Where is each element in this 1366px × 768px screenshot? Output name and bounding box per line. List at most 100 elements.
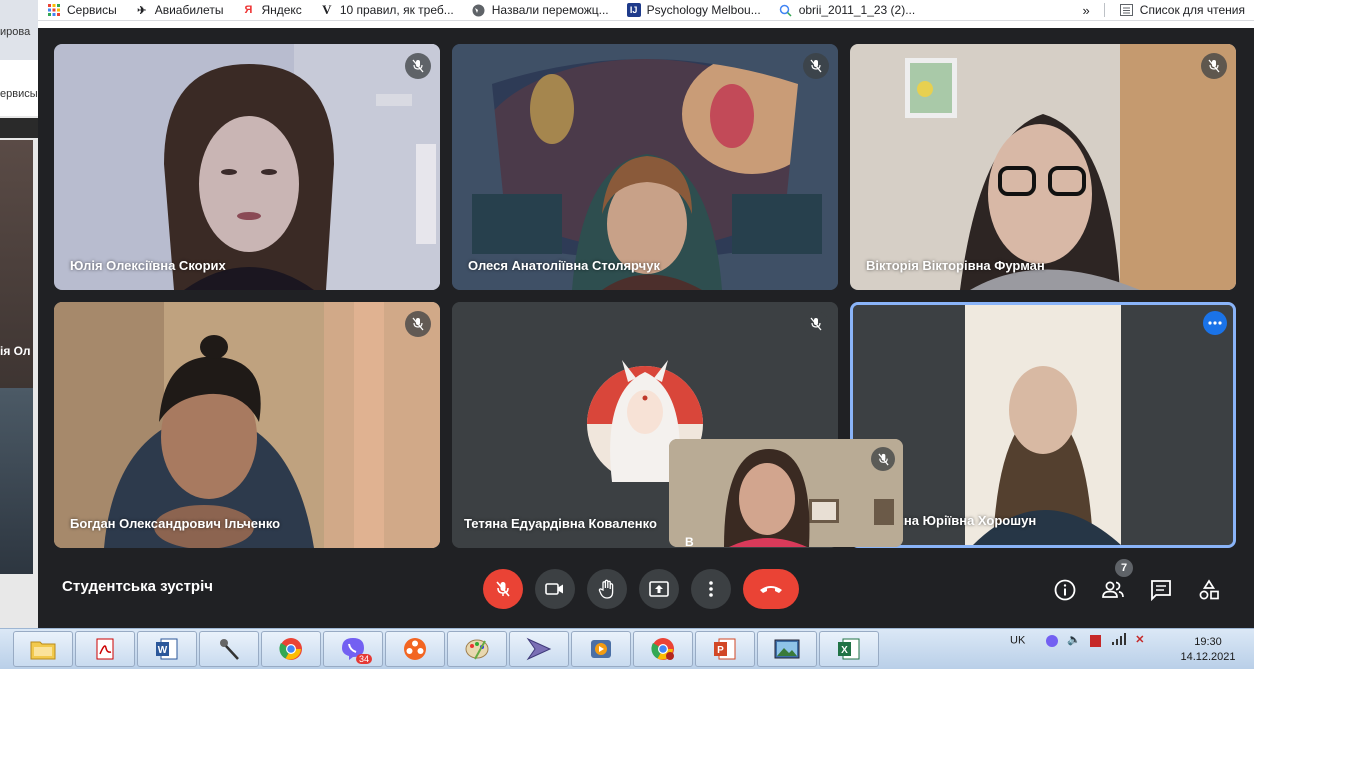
mic-off-icon [496, 581, 510, 597]
volume-icon[interactable]: 🔈 [1067, 634, 1081, 646]
bookmarks-bar: Сервисы ✈ Авиабилеты Я Яндекс V 10 прави… [38, 0, 1254, 21]
reading-list-button[interactable]: Список для чтения [1111, 0, 1254, 20]
participant-video [54, 44, 440, 290]
taskbar-app-chrome-alt[interactable] [633, 631, 693, 667]
mic-off-indicator [405, 311, 431, 337]
taskbar-clock[interactable]: 19:30 14.12.2021 [1168, 635, 1248, 665]
yandex-icon: Я [244, 4, 253, 16]
participant-video [850, 44, 1236, 290]
clock-date: 14.12.2021 [1180, 651, 1236, 663]
meeting-title: Студентська зустріч [62, 578, 213, 595]
more-options-button[interactable] [691, 569, 731, 609]
more-vert-icon [709, 581, 713, 597]
self-name: В [685, 535, 694, 547]
taskbar-app-powerpoint[interactable]: P [695, 631, 755, 667]
taskbar-app-davinci[interactable] [385, 631, 445, 667]
participant-tile-active[interactable]: рина Юріївна Хорошун [850, 302, 1236, 548]
security-icon[interactable] [1090, 634, 1102, 647]
photo-icon [774, 639, 800, 659]
media-player-icon [526, 637, 552, 661]
search-icon [779, 3, 793, 17]
bookmark-services[interactable]: Сервисы [38, 0, 126, 20]
background-window-text: ирова [0, 26, 31, 38]
taskbar-app-word[interactable]: W [137, 631, 197, 667]
activities-icon [1199, 579, 1219, 600]
participant-video [452, 44, 838, 290]
bookmark-article[interactable]: V 10 правил, як треб... [311, 0, 463, 20]
participants-button[interactable] [1097, 574, 1129, 606]
bookmark-label: Яндекс [261, 3, 302, 17]
participant-name: рина Юріївна Хорошун [888, 513, 1037, 528]
background-window-label: ервисы [0, 88, 38, 100]
network-error-icon[interactable]: ✕ [1135, 634, 1144, 646]
mic-off-indicator [871, 447, 895, 471]
excel-icon: X [838, 638, 860, 660]
word-icon: W [156, 638, 178, 660]
participant-name: Юлія Олексіївна Скорих [70, 258, 226, 273]
background-video-name: ія Ол [0, 344, 31, 358]
bookmark-winners[interactable]: Назвали переможц... [463, 0, 618, 20]
background-video-2 [0, 388, 33, 574]
mic-off-indicator [803, 311, 829, 337]
taskbar-app-paint[interactable] [447, 631, 507, 667]
mic-toggle-button[interactable] [483, 569, 523, 609]
bookmark-psychology[interactable]: IJ Psychology Melbou... [618, 0, 770, 20]
taskbar-app-photo-viewer[interactable] [757, 631, 817, 667]
participant-name: Олеся Анатоліївна Столярчук [468, 258, 660, 273]
svg-text:P: P [717, 645, 724, 656]
bookmark-label: Назвали переможц... [491, 3, 609, 17]
hand-icon [598, 579, 614, 599]
bookmark-label: obrii_2011_1_23 (2)... [798, 3, 916, 17]
bookmark-yandex[interactable]: Я Яндекс [232, 0, 310, 20]
raise-hand-button[interactable] [587, 569, 627, 609]
present-screen-button[interactable] [639, 569, 679, 609]
airplane-icon: ✈ [137, 4, 147, 17]
taskbar-app-viber[interactable]: 34 [323, 631, 383, 667]
language-indicator[interactable]: UK [1010, 634, 1025, 646]
bookmark-flights[interactable]: ✈ Авиабилеты [126, 0, 233, 20]
taskbar-app-player2[interactable] [571, 631, 631, 667]
bookmark-label: Psychology Melbou... [646, 3, 761, 17]
taskbar-app-excel[interactable]: X [819, 631, 879, 667]
palette-icon [465, 639, 489, 660]
bookmarks-overflow-button[interactable]: » [1075, 3, 1098, 18]
chat-button[interactable] [1145, 574, 1177, 606]
camera-toggle-button[interactable] [535, 569, 575, 609]
present-icon [649, 581, 669, 597]
leave-call-button[interactable] [743, 569, 799, 609]
taskbar-app-pdf-reader[interactable] [75, 631, 135, 667]
reading-list-label: Список для чтения [1139, 3, 1245, 17]
participant-tile[interactable]: Богдан Олександрович Ільченко [54, 302, 440, 548]
participant-name: Вікторія Вікторівна Фурман [866, 258, 1045, 273]
viber-tray-icon[interactable] [1046, 634, 1059, 647]
meeting-info-button[interactable] [1049, 574, 1081, 606]
taskbar-app-explorer[interactable] [13, 631, 73, 667]
participant-name: Богдан Олександрович Ільченко [70, 516, 281, 531]
participant-tile[interactable]: Олеся Анатоліївна Столярчук [452, 44, 838, 290]
activities-button[interactable] [1193, 574, 1225, 606]
network-signal-icon[interactable] [1112, 633, 1127, 648]
folder-icon [30, 641, 56, 660]
background-window-top: ирова [0, 0, 38, 60]
self-preview[interactable]: В [669, 439, 903, 547]
bookmark-obrii[interactable]: obrii_2011_1_23 (2)... [770, 0, 925, 20]
background-window-bar [0, 118, 38, 138]
bookmark-label: Сервисы [67, 3, 117, 17]
mic-off-indicator [1201, 53, 1227, 79]
system-tray: UK 🔈 ✕ [1010, 633, 1145, 648]
mic-off-indicator [405, 53, 431, 79]
taskbar-app-microphone[interactable] [199, 631, 259, 667]
more-options-button[interactable] [1203, 311, 1227, 335]
participant-tile[interactable]: Юлія Олексіївна Скорих [54, 44, 440, 290]
background-window: ирова ервисы ія Ол [0, 0, 38, 628]
taskbar-app-chrome[interactable] [261, 631, 321, 667]
background-window-panel: ервисы [0, 60, 38, 116]
pdf-icon [96, 638, 114, 660]
video-player-icon [591, 640, 611, 658]
v-logo-icon: V [322, 2, 332, 17]
taskbar-app-player[interactable] [509, 631, 569, 667]
clock-time: 19:30 [1194, 636, 1222, 648]
svg-text:W: W [158, 645, 168, 656]
participant-tile[interactable]: Вікторія Вікторівна Фурман [850, 44, 1236, 290]
divider [1103, 3, 1105, 17]
